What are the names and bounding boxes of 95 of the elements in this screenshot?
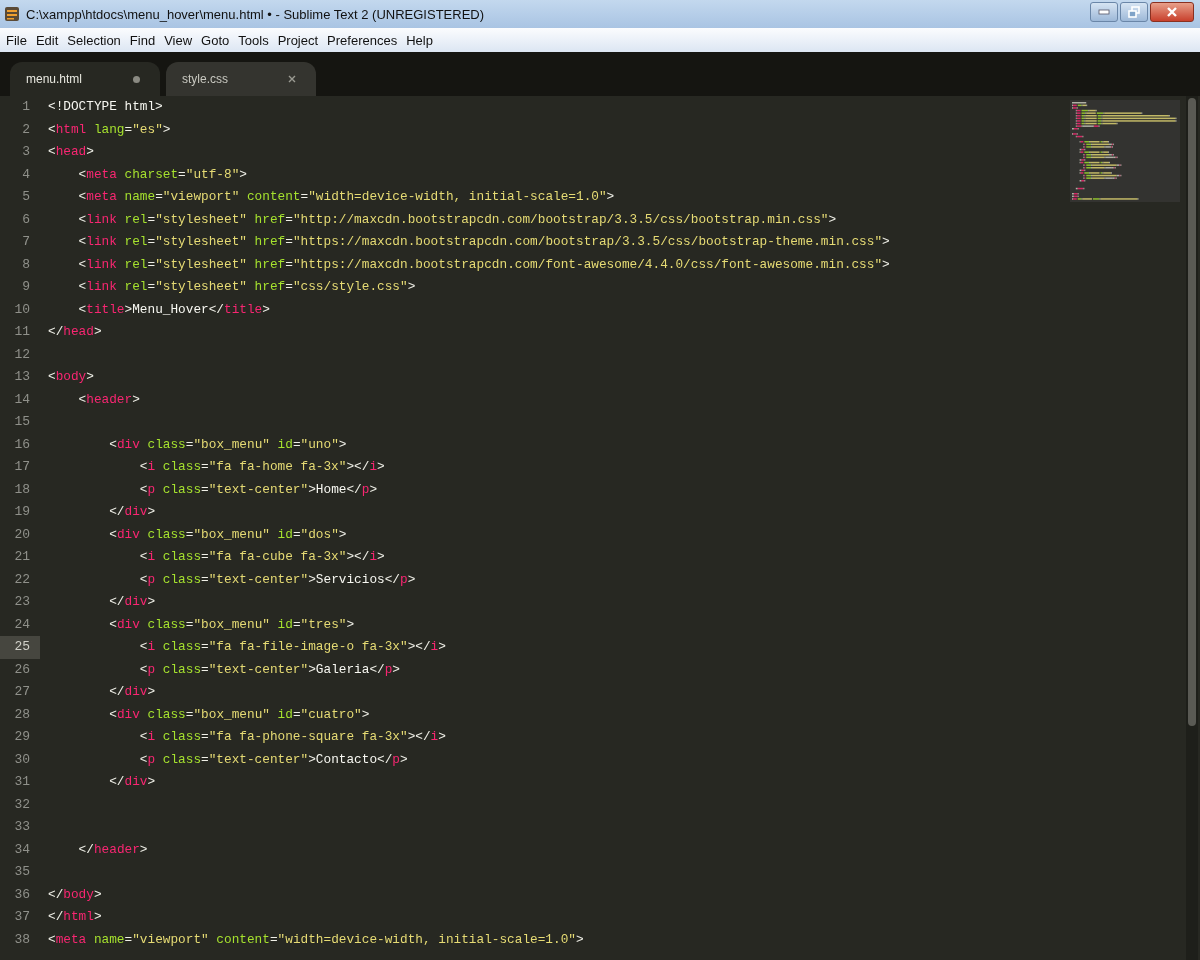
menu-item[interactable]: Project [273, 30, 323, 50]
line-number: 14 [13, 390, 31, 409]
scrollbar[interactable] [1186, 96, 1198, 960]
code-line: <head> [48, 144, 94, 159]
line-number: 12 [13, 345, 31, 364]
line-number: 21 [13, 548, 31, 566]
code-line: <link rel="stylesheet" href="css/style.css"> [77, 279, 416, 294]
line-number: 20 [13, 525, 31, 544]
menu-item[interactable]: Selection [63, 30, 125, 50]
app-icon [4, 6, 20, 22]
unsaved-dot-icon [133, 75, 140, 83]
line-number: 27 [13, 683, 31, 701]
line-number: 37 [13, 908, 31, 926]
line-number: 35 [13, 863, 31, 881]
menu-item[interactable]: Preferences [323, 30, 402, 50]
line-number: 6 [21, 210, 31, 229]
menu-item[interactable]: Help [402, 30, 437, 50]
line-number: 13 [13, 368, 31, 386]
close-icon[interactable] [288, 75, 296, 83]
code-line: <i class="fa fa-phone-square fa-3x"></i> [138, 729, 446, 744]
code-line: <p class="text-center">Servicios</p> [138, 571, 416, 587]
code-line: </html> [48, 909, 102, 924]
code-line: <p class="text-center">Contacto</p> [138, 751, 408, 767]
menu-item[interactable]: Tools [234, 30, 273, 50]
code-line: <p class="text-center">Galeria</p> [138, 661, 400, 677]
menu-item[interactable]: Find [125, 30, 160, 50]
line-number: 30 [13, 750, 31, 769]
code-line: </div> [108, 594, 156, 609]
line-number: 2 [21, 120, 31, 139]
line-number: 36 [13, 885, 31, 904]
code-line: </header> [77, 841, 148, 857]
minimap-drawing[interactable] [1070, 100, 1180, 202]
line-number: 4 [21, 165, 31, 184]
line-number: 34 [13, 840, 31, 859]
line-number: 17 [13, 458, 31, 476]
line-number: 22 [13, 570, 31, 589]
line-number: 26 [13, 660, 31, 679]
line-number: 18 [13, 480, 31, 499]
menu-item[interactable]: View [160, 30, 197, 50]
line-number: 7 [21, 233, 31, 251]
code-line: <div class="box_menu" id="tres"> [108, 616, 355, 632]
code-line: <!DOCTYPE html> [48, 99, 163, 114]
code-line: <link rel="stylesheet" href="http://maxcdn.bootstrapcdn.com/bootstrap/3.3.5/css/bootstrap.min.css"> [77, 211, 837, 227]
line-number: 28 [13, 705, 31, 724]
code-line: <link rel="stylesheet" href="https://maxcdn.bootstrapcdn.com/font-awesome/4.4.0/css/font-awesome.min.css"> [77, 256, 890, 272]
code-line: <header> [77, 391, 140, 407]
close-button[interactable] [1150, 2, 1194, 22]
code-line: </div> [108, 684, 156, 699]
line-number: 1 [21, 98, 31, 116]
code-line: <i class="fa fa-file-image-o fa-3x"></i> [138, 639, 446, 654]
code-line: <i class="fa fa-home fa-3x"></i> [138, 459, 385, 474]
line-number: 3 [21, 143, 31, 161]
line-number: 31 [13, 773, 31, 791]
code-line: <html lang="es"> [48, 121, 171, 137]
editor-tab[interactable]: menu.html [10, 62, 160, 96]
line-number: 38 [13, 930, 31, 949]
code-line: <body> [48, 369, 94, 384]
code-line: <meta charset="utf-8"> [77, 166, 247, 182]
close-icon [1166, 6, 1178, 18]
restore-icon [1128, 6, 1140, 18]
code-line: <meta name="viewport" content="width=device-width, initial-scale=1.0"> [77, 189, 615, 204]
code-line: <div class="box_menu" id="uno"> [108, 436, 347, 452]
code-line: </div> [108, 774, 156, 789]
minimize-icon [1098, 9, 1110, 15]
line-number: 8 [21, 255, 31, 274]
menu-item[interactable]: Edit [31, 30, 63, 50]
code-line: <meta name="viewport" content="width=device-width, initial-scale=1.0"> [48, 931, 584, 947]
code-line: <i class="fa fa-cube fa-3x"></i> [138, 549, 385, 564]
code-line: <link rel="stylesheet" href="https://maxcdn.bootstrapcdn.com/bootstrap/3.3.5/css/bootstrap-theme.min.css"> [77, 234, 890, 249]
line-number: 9 [21, 278, 31, 296]
line-number: 25 [0, 636, 40, 659]
menu-item[interactable]: File [2, 30, 31, 50]
line-number: 10 [13, 300, 31, 319]
code-line: <p class="text-center">Home</p> [138, 481, 378, 497]
menu-item[interactable]: Goto [197, 30, 234, 50]
line-number: 24 [13, 615, 31, 634]
line-number: 16 [13, 435, 31, 454]
code-line: </body> [48, 886, 102, 902]
window-title: C:\xampp\htdocs\menu_hover\menu.html • - Sublime Text 2 (UNREGISTERED) [26, 6, 485, 22]
line-number: 19 [13, 503, 31, 521]
line-number: 5 [21, 188, 31, 206]
code-line: <div class="box_menu" id="dos"> [108, 526, 347, 542]
code-line: </div> [108, 504, 156, 519]
line-number: 32 [13, 795, 31, 814]
minimize-button[interactable] [1090, 2, 1118, 22]
line-number: 33 [13, 818, 31, 836]
line-number: 29 [13, 728, 31, 746]
restore-button[interactable] [1120, 2, 1148, 22]
code-line: </head> [48, 324, 102, 339]
line-number: 15 [13, 413, 31, 431]
code-line: <title>Menu_Hover</title> [77, 301, 270, 317]
line-number: 23 [13, 593, 31, 611]
editor-tab[interactable]: style.css [166, 62, 316, 96]
line-number: 11 [13, 323, 31, 341]
code-line: <div class="box_menu" id="cuatro"> [108, 706, 370, 722]
